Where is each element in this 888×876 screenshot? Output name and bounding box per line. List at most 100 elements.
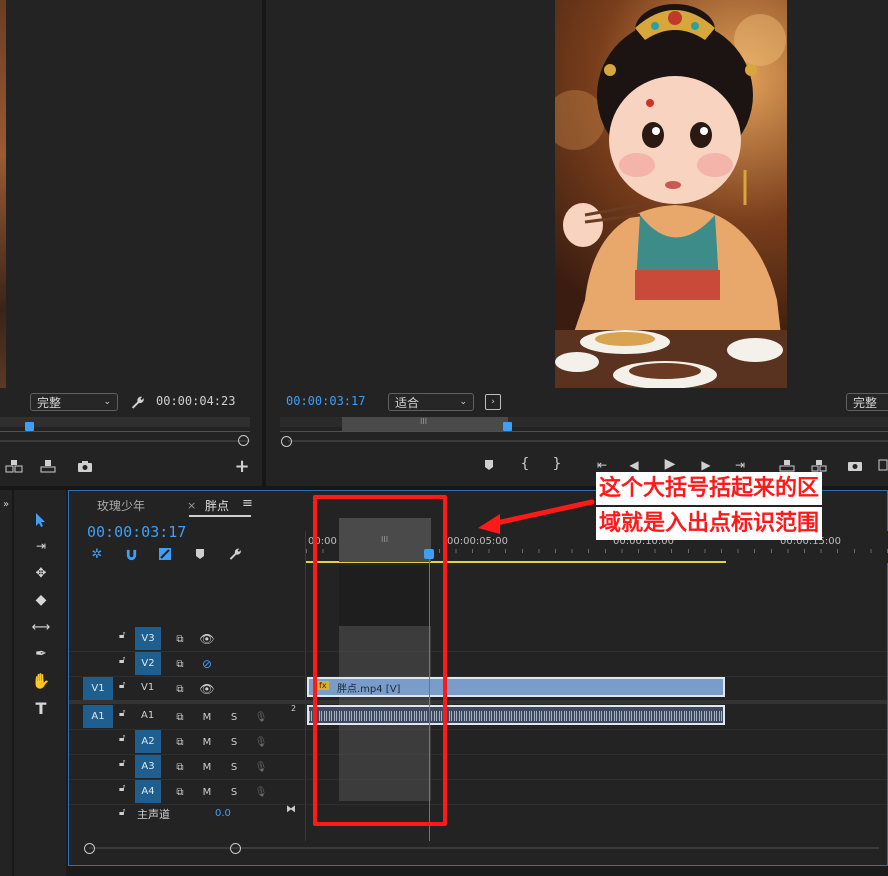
source-patch-v1[interactable]: V1 [83, 677, 113, 700]
go-to-out-icon[interactable]: ⇥ [732, 458, 748, 472]
slip-tool-icon[interactable]: ⟷ [28, 615, 54, 639]
source-playhead[interactable] [25, 422, 34, 431]
program-time-ruler[interactable]: III [280, 417, 888, 435]
wrench-icon[interactable] [128, 393, 146, 411]
timeline-scroll-handle-right[interactable] [230, 843, 241, 854]
track-target-v3[interactable]: V3 [135, 627, 161, 650]
source-time-ruler[interactable] [0, 417, 250, 435]
export-frame-icon[interactable] [846, 458, 864, 472]
chevron-double-right-icon[interactable]: » [0, 498, 12, 510]
snap-magnet-icon[interactable] [123, 546, 139, 562]
eye-icon[interactable]: 👁︎ [195, 678, 219, 700]
track-target-v2[interactable]: V2 [135, 652, 161, 675]
solo-button[interactable]: S [222, 706, 246, 728]
master-volume-value[interactable]: 0.0 [215, 808, 231, 819]
mark-in-icon[interactable]: { [519, 456, 531, 472]
step-back-icon[interactable]: ◀ [626, 458, 642, 472]
program-zoom-select[interactable]: 适合 ⌄ [388, 393, 474, 411]
source-zoom-handle[interactable] [238, 435, 249, 446]
timeline-timecode[interactable]: 00:00:03:17 [87, 523, 186, 541]
pen-tool-icon[interactable]: ✒ [28, 642, 54, 666]
timeline-scrollbar[interactable] [89, 847, 879, 849]
eye-hidden-icon[interactable]: ⊘ [195, 653, 219, 675]
solo-button[interactable]: S [222, 756, 246, 778]
settings-toggle-icon[interactable]: › [485, 394, 501, 410]
sync-lock-icon[interactable]: ⧉ [168, 653, 192, 675]
annotation-arrow [478, 499, 595, 534]
lock-icon[interactable]: 🔓︎ [119, 708, 125, 719]
annotation-text: 这个大括号括起来的区 域就是入出点标识范围 [596, 472, 886, 540]
mute-button[interactable]: M [195, 731, 219, 753]
program-zoom-scrollbar[interactable] [288, 440, 888, 442]
selection-tool-icon[interactable] [28, 508, 54, 532]
mute-button[interactable]: M [195, 781, 219, 803]
microphone-icon[interactable]: 🎙︎ [249, 756, 273, 778]
timeline-panel: 玫瑰少年 × 胖点 ≡ 00:00:03:17 ✲ 00:00 00:00:05… [68, 490, 888, 866]
mute-button[interactable]: M [195, 706, 219, 728]
track-select-tool-icon[interactable]: ⇥ [28, 534, 54, 558]
add-marker-icon[interactable] [194, 547, 206, 561]
tab-close-icon[interactable]: × [187, 499, 196, 512]
source-patch-a1[interactable]: A1 [83, 705, 113, 728]
lock-icon[interactable]: 🔓︎ [119, 733, 125, 744]
program-zoom-handle[interactable] [281, 436, 292, 447]
sync-lock-icon[interactable]: ⧉ [168, 731, 192, 753]
sync-lock-icon[interactable]: ⧉ [168, 628, 192, 650]
camera-icon[interactable] [75, 458, 95, 474]
insert-icon[interactable] [4, 458, 24, 474]
track-label-v1[interactable]: V1 [141, 682, 154, 693]
go-to-end-icon[interactable]: ⧓ [286, 804, 296, 815]
program-quality-select[interactable]: 完整 [846, 393, 888, 411]
lock-icon[interactable]: 🔓︎ [119, 758, 125, 769]
step-forward-icon[interactable]: ▶ [698, 458, 714, 472]
overwrite-icon[interactable] [38, 458, 58, 474]
razor-tool-icon[interactable]: ◆ [28, 588, 54, 612]
eye-icon[interactable]: 👁︎ [195, 628, 219, 650]
extract-icon[interactable] [810, 458, 828, 472]
add-marker-icon[interactable] [482, 458, 496, 472]
timeline-scroll-handle-left[interactable] [84, 843, 95, 854]
lock-icon[interactable]: 🔓︎ [119, 783, 125, 794]
lock-icon[interactable]: 🔓︎ [119, 807, 125, 818]
microphone-icon[interactable]: 🎙︎ [249, 706, 273, 728]
audio-channel-number: 2 [291, 704, 297, 713]
mark-out-icon[interactable]: } [551, 456, 563, 472]
sync-lock-icon[interactable]: ⧉ [168, 706, 192, 728]
tab-pangdian[interactable]: 胖点 [205, 497, 229, 514]
hand-tool-icon[interactable]: ✋ [28, 669, 54, 693]
microphone-icon[interactable]: 🎙︎ [249, 731, 273, 753]
lock-icon[interactable]: 🔓︎ [119, 680, 125, 691]
overflow-icon[interactable] [878, 458, 888, 472]
solo-button[interactable]: S [222, 781, 246, 803]
tools-divider [12, 490, 14, 876]
program-monitor: 00:00:03:17 适合 ⌄ › 完整 III { } ⇤ ◀ ▶ ▶ ⇥ [266, 0, 888, 486]
source-zoom-scrollbar[interactable] [0, 440, 250, 442]
source-quality-select[interactable]: 完整 ⌄ [30, 393, 118, 411]
lock-icon[interactable]: 🔓︎ [119, 630, 125, 641]
solo-button[interactable]: S [222, 731, 246, 753]
track-target-a2[interactable]: A2 [135, 730, 161, 753]
track-target-a3[interactable]: A3 [135, 755, 161, 778]
go-to-in-icon[interactable]: ⇤ [594, 458, 610, 472]
linked-selection-icon[interactable] [157, 546, 173, 562]
sync-lock-icon[interactable]: ⧉ [168, 781, 192, 803]
tab-rose-youth[interactable]: 玫瑰少年 [97, 497, 145, 514]
cartoon-girl-eating-image [555, 0, 787, 388]
sync-lock-icon[interactable]: ⧉ [168, 678, 192, 700]
program-zoom-label: 适合 [395, 395, 420, 410]
type-tool-icon[interactable]: T [28, 696, 54, 720]
microphone-icon[interactable]: 🎙︎ [249, 781, 273, 803]
panel-menu-icon[interactable]: ≡ [242, 496, 253, 511]
track-label-a1[interactable]: A1 [141, 710, 154, 721]
mute-button[interactable]: M [195, 756, 219, 778]
ripple-edit-tool-icon[interactable]: ✥ [28, 561, 54, 585]
program-playhead[interactable] [503, 422, 512, 431]
play-icon[interactable]: ▶ [662, 456, 678, 472]
insert-overwrite-sequences-icon[interactable]: ✲ [89, 546, 105, 562]
track-target-a4[interactable]: A4 [135, 780, 161, 803]
lift-icon[interactable] [778, 458, 796, 472]
lock-icon[interactable]: 🔓︎ [119, 655, 125, 666]
sync-lock-icon[interactable]: ⧉ [168, 756, 192, 778]
timeline-settings-wrench-icon[interactable] [227, 546, 243, 562]
add-button-icon[interactable]: + [234, 456, 250, 477]
